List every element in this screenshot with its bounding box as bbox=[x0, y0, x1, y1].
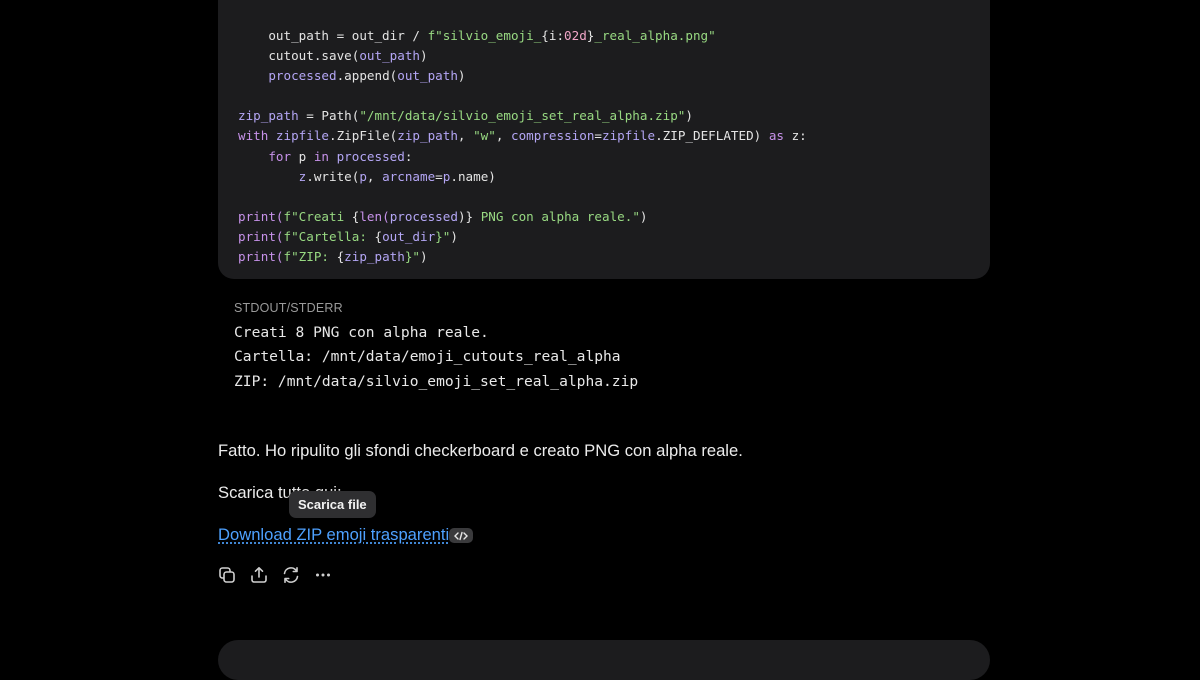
regenerate-icon[interactable] bbox=[281, 564, 301, 586]
code-token: processed bbox=[238, 68, 337, 84]
code-token: 02d bbox=[564, 28, 587, 43]
code-token: out_path bbox=[359, 48, 420, 64]
code-token: f"ZIP: bbox=[283, 249, 337, 265]
code-token: z: bbox=[791, 128, 807, 144]
code-token: in bbox=[313, 148, 337, 164]
code-line: zip_path = Path("/mnt/data/silvio_emoji_… bbox=[238, 106, 807, 126]
code-token: as bbox=[768, 128, 792, 144]
code-token: "w" bbox=[473, 128, 496, 144]
code-token: compression bbox=[511, 128, 595, 144]
code-token: .name) bbox=[450, 168, 496, 184]
code-token: )} bbox=[457, 208, 474, 224]
code-token: ) bbox=[420, 249, 428, 265]
code-token: .write( bbox=[306, 168, 360, 184]
code-token: print( bbox=[238, 249, 284, 265]
code-token: with bbox=[238, 128, 276, 144]
code-line: for p in processed: bbox=[238, 147, 807, 167]
code-token: f"silvio_emoji_ bbox=[427, 28, 542, 43]
code-token: f"Cartella: bbox=[283, 228, 375, 244]
code-token: print( bbox=[238, 208, 284, 224]
code-content: out_path = out_dir / f"silvio_emoji_{i:0… bbox=[238, 26, 807, 267]
code-token: , bbox=[366, 168, 383, 184]
code-line: z.write(p, arcname=p.name) bbox=[238, 167, 807, 187]
code-token: = Path( bbox=[298, 108, 360, 124]
code-line: processed.append(out_path) bbox=[238, 66, 807, 86]
code-token: zip_path bbox=[344, 249, 405, 265]
code-token: print( bbox=[238, 228, 284, 244]
code-token: ) bbox=[420, 48, 428, 64]
composer-input[interactable] bbox=[218, 640, 990, 680]
code-token: }" bbox=[404, 249, 421, 265]
code-token: {i: bbox=[541, 28, 565, 43]
code-token: processed bbox=[389, 208, 458, 224]
code-token: .ZIP_DEFLATED) bbox=[655, 128, 769, 144]
code-token: zip_path bbox=[397, 128, 458, 144]
code-token: out_path = out_dir / bbox=[238, 28, 428, 43]
code-token: .append( bbox=[336, 68, 398, 84]
code-token: cutout.save( bbox=[238, 48, 360, 64]
code-token: zip_path bbox=[238, 108, 299, 124]
code-token: ) bbox=[457, 68, 466, 84]
code-token: "/mnt/data/silvio_emoji_set_real_alpha.z… bbox=[359, 108, 686, 124]
code-token: _real_alpha.png" bbox=[594, 28, 716, 43]
code-token: , bbox=[495, 128, 512, 144]
code-token: processed bbox=[336, 148, 405, 164]
more-icon[interactable] bbox=[313, 564, 333, 586]
code-token: = bbox=[594, 128, 603, 144]
code-line: with zipfile.ZipFile(zip_path, "w", comp… bbox=[238, 126, 807, 146]
code-token: p bbox=[359, 168, 367, 184]
code-line: print(f"Cartella: {out_dir}") bbox=[238, 227, 807, 247]
code-token: len( bbox=[359, 208, 390, 224]
code-line: out_path = out_dir / f"silvio_emoji_{i:0… bbox=[238, 26, 807, 46]
code-token: zipfile bbox=[602, 128, 656, 144]
code-token: }" bbox=[435, 228, 451, 244]
code-view-icon[interactable] bbox=[449, 528, 473, 543]
assistant-message-line: Fatto. Ho ripulito gli sfondi checkerboa… bbox=[218, 441, 743, 460]
code-token: f"Creati bbox=[283, 208, 352, 224]
code-token: out_path bbox=[397, 68, 458, 84]
code-token: = bbox=[435, 168, 443, 184]
code-token: out_dir bbox=[382, 228, 436, 244]
code-line: cutout.save(out_path) bbox=[238, 46, 807, 66]
message-actions bbox=[217, 564, 333, 586]
code-line: print(f"Creati {len(processed)} PNG con … bbox=[238, 207, 807, 227]
stdout-output: Creati 8 PNG con alpha reale. Cartella: … bbox=[234, 324, 639, 390]
code-token: ) bbox=[639, 208, 648, 224]
stdout-label: STDOUT/STDERR bbox=[234, 301, 343, 315]
code-token: { bbox=[374, 228, 383, 244]
code-token: for bbox=[238, 148, 299, 164]
download-zip-link[interactable]: Download ZIP emoji trasparenti bbox=[218, 525, 449, 545]
code-token: z bbox=[238, 168, 307, 184]
code-token: ) bbox=[450, 228, 458, 244]
code-token: PNG con alpha reale." bbox=[473, 208, 640, 224]
code-token: arcname bbox=[382, 168, 436, 184]
code-token: p bbox=[298, 148, 314, 164]
code-token: , bbox=[457, 128, 474, 144]
share-icon[interactable] bbox=[249, 564, 269, 586]
download-tooltip: Scarica file bbox=[289, 491, 376, 518]
code-token: : bbox=[404, 148, 413, 164]
code-line: print(f"ZIP: {zip_path}") bbox=[238, 247, 807, 267]
copy-icon[interactable] bbox=[217, 564, 237, 586]
code-token: zipfile bbox=[275, 128, 329, 144]
code-token: .ZipFile( bbox=[329, 128, 398, 144]
code-token: ) bbox=[685, 108, 693, 124]
